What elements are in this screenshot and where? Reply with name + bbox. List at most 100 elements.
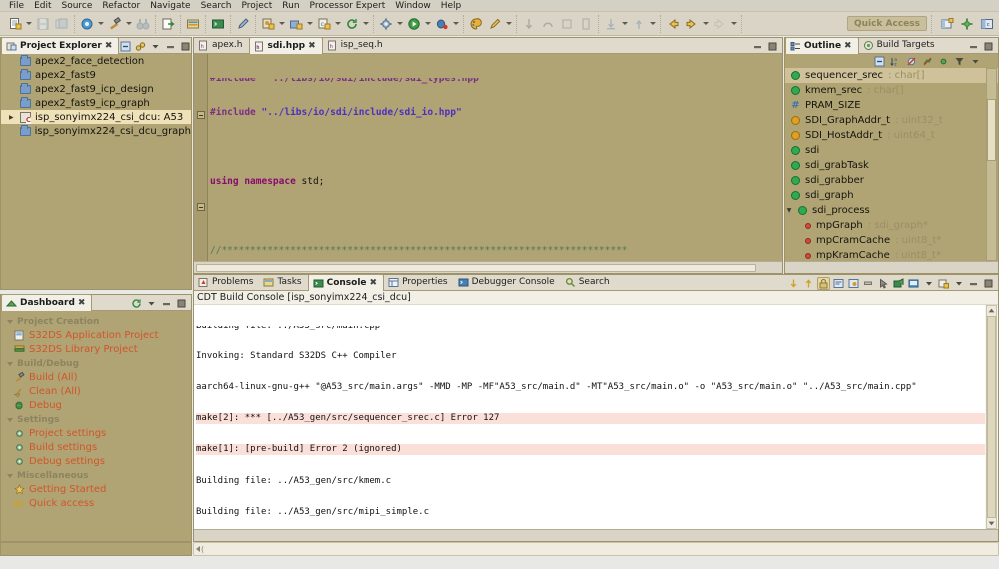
editor-horizontal-scrollbar[interactable] xyxy=(194,261,782,273)
tab-project-explorer[interactable]: Project Explorer ✖ xyxy=(1,37,120,54)
scrollbar-thumb[interactable] xyxy=(987,99,996,161)
new-folder-icon[interactable] xyxy=(287,15,305,33)
close-icon[interactable]: ✖ xyxy=(370,278,378,288)
minimize-icon[interactable] xyxy=(164,40,177,53)
dashboard-link-quick-access[interactable]: Quick access xyxy=(1,496,191,510)
link-with-editor-icon[interactable] xyxy=(134,40,147,53)
chevron-down-icon[interactable] xyxy=(922,277,935,290)
expand-arrow-icon[interactable]: ▶ xyxy=(9,114,16,121)
scroll-up-arrow-icon[interactable] xyxy=(987,306,996,315)
minimize-icon[interactable] xyxy=(967,40,980,53)
outline-item-sequencer-srec[interactable]: sequencer_srec : char[] xyxy=(785,68,998,83)
tree-item-isp-sonyimx224-csi-dcu-graph[interactable]: isp_sonyimx224_csi_dcu_graph xyxy=(1,124,191,138)
debug-dropdown2-icon[interactable] xyxy=(452,15,460,33)
step-into-dropdown-icon[interactable] xyxy=(621,15,629,33)
new-class-dropdown-icon[interactable] xyxy=(278,15,286,33)
next-annotation-dropdown-icon[interactable] xyxy=(730,15,738,33)
scroll-handle-icon[interactable]: ( xyxy=(201,545,204,554)
dashboard-link-project-settings[interactable]: Project settings xyxy=(1,426,191,440)
hide-nonpublic-icon[interactable] xyxy=(937,55,950,68)
menu-item-edit[interactable]: Edit xyxy=(29,0,56,12)
project-tree[interactable]: apex2_face_detection apex2_fast9 apex2_f… xyxy=(1,54,191,289)
scroll-thumb[interactable] xyxy=(987,316,996,518)
run-icon[interactable] xyxy=(405,15,423,33)
tab-properties[interactable]: Properties xyxy=(384,274,453,290)
open-perspective-icon[interactable] xyxy=(938,15,956,33)
tab-tasks[interactable]: Tasks xyxy=(259,274,307,290)
step-into-icon[interactable] xyxy=(602,15,620,33)
dashboard-group-build-debug[interactable]: Build/Debug xyxy=(1,356,191,370)
chevron-down-icon-2[interactable] xyxy=(952,277,965,290)
new-c-file-dropdown-icon[interactable] xyxy=(334,15,342,33)
dashboard-group-project-creation[interactable]: Project Creation xyxy=(1,314,191,328)
dashboard-link-s32ds-application-project[interactable]: S32DS Application Project xyxy=(1,328,191,342)
tree-item-isp-sonyimx224-csi-dcu[interactable]: ▶ isp_sonyimx224_csi_dcu: A53 xyxy=(1,110,191,124)
status-right-scroll-region[interactable]: ( xyxy=(193,542,999,556)
preferences-dropdown-icon[interactable] xyxy=(396,15,404,33)
scrollbar-thumb[interactable] xyxy=(196,263,756,272)
marker-pen-icon[interactable] xyxy=(486,15,504,33)
menu-item-file[interactable]: File xyxy=(4,0,29,12)
fold-marker-icon[interactable] xyxy=(197,111,205,119)
dashboard-link-s32ds-library-project[interactable]: S32DS Library Project xyxy=(1,342,191,356)
task-icon[interactable] xyxy=(184,15,202,33)
new-class-icon[interactable] xyxy=(259,15,277,33)
step-resume-icon[interactable] xyxy=(520,15,538,33)
new-file-icon[interactable] xyxy=(6,15,24,33)
forward-dropdown-icon[interactable] xyxy=(702,15,710,33)
collapse-all-icon[interactable] xyxy=(119,40,132,53)
source-code-editor[interactable]: #include "../libs/io/sdi/include/sdi_typ… xyxy=(194,54,782,261)
step-return-dropdown-icon[interactable] xyxy=(649,15,657,33)
menu-item-window[interactable]: Window xyxy=(390,0,436,12)
run-dropdown-icon[interactable] xyxy=(424,15,432,33)
refresh-icon[interactable] xyxy=(343,15,361,33)
outline-item-sdi-graph[interactable]: sdi_graph xyxy=(785,188,998,203)
export-icon[interactable] xyxy=(159,15,177,33)
outline-item-sdi-grabber[interactable]: sdi_grabber xyxy=(785,173,998,188)
tab-apex-h[interactable]: h apex.h xyxy=(194,37,249,53)
console-icon[interactable] xyxy=(209,15,227,33)
refresh-dropdown-icon[interactable] xyxy=(362,15,370,33)
forward-arrow-icon[interactable] xyxy=(683,15,701,33)
debug-icon[interactable] xyxy=(78,15,96,33)
outline-item-pram-size[interactable]: # PRAM_SIZE xyxy=(785,98,998,113)
preferences-gear-icon[interactable] xyxy=(377,15,395,33)
tree-item-apex2-face-detection[interactable]: apex2_face_detection xyxy=(1,54,191,68)
dashboard-link-build-all[interactable]: Build (All) xyxy=(1,370,191,384)
new-folder-dropdown-icon[interactable] xyxy=(306,15,314,33)
menu-item-help[interactable]: Help xyxy=(436,0,467,12)
hide-fields-icon[interactable] xyxy=(905,55,918,68)
minimize-icon[interactable] xyxy=(160,297,173,310)
marker-dropdown-icon[interactable] xyxy=(505,15,513,33)
fold-marker-icon[interactable] xyxy=(197,203,205,211)
clear-console-icon[interactable] xyxy=(862,277,875,290)
tree-item-apex2-fast9[interactable]: apex2_fast9 xyxy=(1,68,191,82)
tab-search[interactable]: Search xyxy=(561,274,616,290)
save-icon[interactable] xyxy=(34,15,52,33)
tab-dashboard[interactable]: Dashboard ✖ xyxy=(1,294,93,311)
team-synchronizing-perspective-icon[interactable] xyxy=(958,15,976,33)
step-instr-icon[interactable] xyxy=(577,15,595,33)
dashboard-link-debug[interactable]: Debug xyxy=(1,398,191,412)
dashboard-group-settings[interactable]: Settings xyxy=(1,412,191,426)
new-console-view-icon[interactable] xyxy=(937,277,950,290)
console-output[interactable]: Building file: ../A53_src/main.cpp Invok… xyxy=(194,305,985,529)
tab-build-targets[interactable]: Build Targets xyxy=(859,37,941,53)
step-over-icon[interactable] xyxy=(539,15,557,33)
view-menu-icon[interactable] xyxy=(149,40,162,53)
select-console-icon[interactable] xyxy=(877,277,890,290)
maximize-icon[interactable] xyxy=(766,40,779,53)
dashboard-link-debug-settings[interactable]: Debug settings xyxy=(1,454,191,468)
outline-item-sdi-process[interactable]: ▼ sdi_process xyxy=(785,203,998,218)
next-annotation-icon[interactable] xyxy=(711,15,729,33)
dashboard-link-getting-started[interactable]: Getting Started xyxy=(1,482,191,496)
scroll-down-arrow-icon[interactable] xyxy=(987,519,996,528)
binoculars-icon[interactable] xyxy=(134,15,152,33)
collapse-all-icon[interactable] xyxy=(873,55,886,68)
debug-bug-icon[interactable] xyxy=(433,15,451,33)
maximize-icon[interactable] xyxy=(982,277,995,290)
tab-outline[interactable]: Outline ✖ xyxy=(785,37,859,54)
outline-item-mpcramcache[interactable]: mpCramCache : uint8_t* xyxy=(785,233,998,248)
tab-isp-seq-h[interactable]: h isp_seq.h xyxy=(323,37,389,53)
tab-sdi-hpp[interactable]: h sdi.hpp ✖ xyxy=(248,37,323,54)
